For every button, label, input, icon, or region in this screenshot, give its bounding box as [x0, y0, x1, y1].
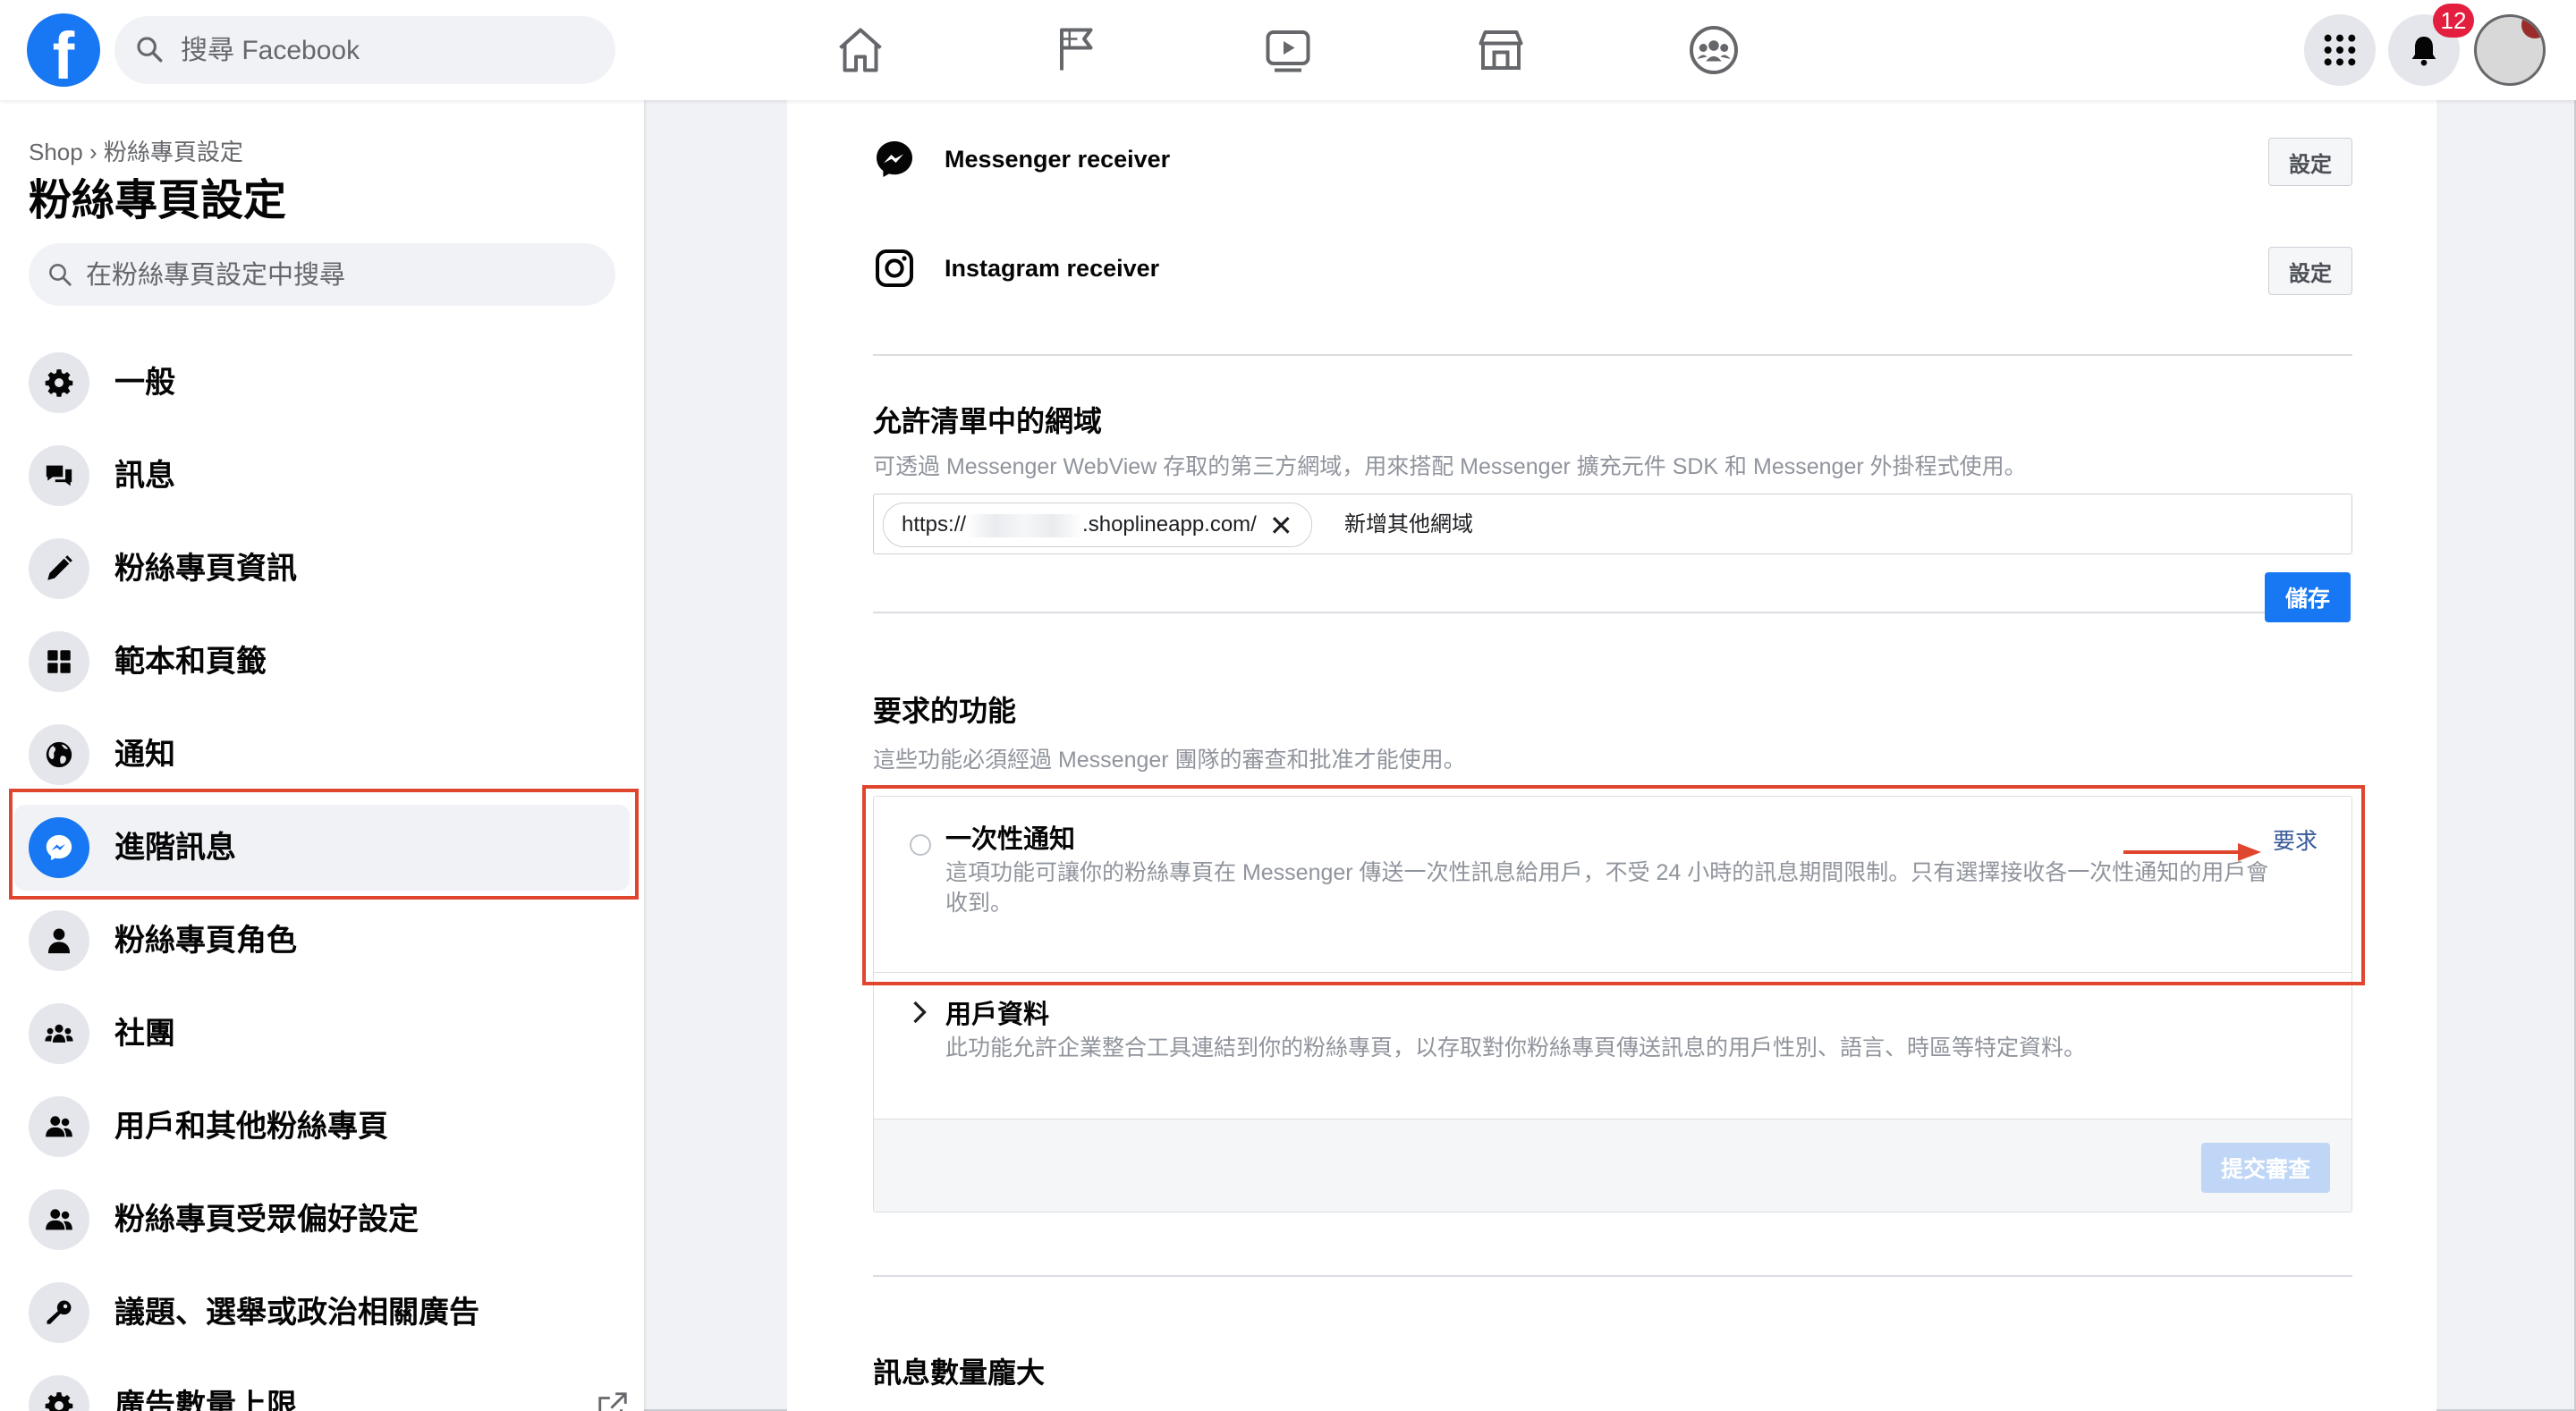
high-volume-section-title: 訊息數量龐大: [873, 1356, 1046, 1389]
watch-icon[interactable]: [1261, 23, 1315, 77]
external-link-icon[interactable]: [596, 1390, 630, 1411]
whitelisted-domains-description: 可透過 Messenger WebView 存取的第三方網域，用來搭配 Mess…: [873, 454, 2027, 479]
sidebar-item-label: 訊息: [114, 459, 175, 493]
global-search-box[interactable]: [114, 16, 615, 86]
global-search-input[interactable]: [179, 16, 603, 86]
feature-user-profile[interactable]: 用戶資料 此功能允許企業整合工具連結到你的粉絲專頁，以存取對你粉絲專頁傳送訊息的…: [874, 972, 2351, 1119]
main-content-panel: Messenger receiver 設定 Instagram receiver…: [787, 100, 2436, 1411]
search-icon: [134, 34, 165, 69]
submit-for-review-button[interactable]: 提交審查: [2201, 1143, 2330, 1193]
redacted-subdomain: [966, 513, 1083, 537]
section-divider: [873, 354, 2352, 356]
sidebar-item-label: 通知: [114, 738, 175, 772]
sidebar-item-label: 廣告數量上限: [114, 1389, 297, 1411]
key-icon: [47, 1300, 72, 1324]
sidebar-item-notifications[interactable]: 通知: [14, 712, 630, 798]
chevron-right-icon[interactable]: [910, 999, 929, 1030]
menu-button[interactable]: [2304, 14, 2376, 86]
section-divider: [873, 1275, 2352, 1277]
sidebar-item-ad-limits[interactable]: 廣告數量上限: [14, 1363, 630, 1411]
remove-domain-icon[interactable]: ✕: [1269, 506, 1293, 545]
sidebar-item-label: 粉絲專頁受眾偏好設定: [114, 1203, 419, 1237]
sidebar-item-political-ads[interactable]: 議題、選舉或政治相關廣告: [14, 1270, 630, 1356]
breadcrumb[interactable]: Shop › 粉絲專頁設定: [29, 134, 243, 167]
instagram-receiver-settings-button[interactable]: 設定: [2268, 247, 2352, 295]
requested-features-title: 要求的功能: [873, 695, 1017, 727]
sidebar-item-people-other-pages[interactable]: 用戶和其他粉絲專頁: [14, 1084, 630, 1170]
chat-icon: [46, 465, 72, 486]
settings-search-box[interactable]: [29, 243, 615, 308]
person-icon: [47, 928, 71, 954]
sidebar-item-messages[interactable]: 訊息: [14, 433, 630, 519]
save-domains-button[interactable]: 儲存: [2265, 572, 2351, 622]
search-icon: [47, 261, 73, 292]
domain-chip: https:// .shoplineapp.com/ ✕: [883, 503, 1312, 547]
sidebar-item-label: 一般: [114, 366, 175, 400]
marketplace-icon[interactable]: [1474, 23, 1528, 77]
domain-chip-prefix: https://: [902, 512, 967, 537]
sidebar-item-audience-preferences[interactable]: 粉絲專頁受眾偏好設定: [14, 1177, 630, 1263]
feature-name: 用戶資料: [945, 1001, 1050, 1029]
facebook-logo-icon[interactable]: f: [27, 13, 100, 87]
settings-search-input[interactable]: [84, 243, 606, 308]
sidebar-item-page-roles[interactable]: 粉絲專頁角色: [14, 898, 630, 984]
page-title: 粉絲專頁設定: [29, 177, 287, 224]
sidebar-item-label: 議題、選舉或政治相關廣告: [114, 1296, 479, 1330]
highlight-box-feature: [862, 785, 2365, 985]
add-domain-input[interactable]: [1343, 494, 2330, 555]
grid-icon: [47, 650, 71, 673]
sidebar-item-templates-tabs[interactable]: 範本和頁籤: [14, 619, 630, 705]
people-icon: [46, 1116, 72, 1137]
receiver-name: Messenger receiver: [945, 146, 1171, 173]
groups-icon[interactable]: [1687, 23, 1741, 77]
sidebar-item-general[interactable]: 一般: [14, 340, 630, 426]
bell-icon: [2411, 37, 2436, 66]
flag-icon[interactable]: [1048, 23, 1102, 77]
instagram-icon: [873, 247, 916, 294]
notification-count-badge: 12: [2433, 4, 2474, 38]
feature-panel-footer: 提交審查: [874, 1119, 2351, 1212]
sidebar-item-label: 粉絲專頁角色: [114, 924, 297, 958]
people-icon: [46, 1209, 72, 1230]
sidebar-item-label: 範本和頁籤: [114, 645, 267, 679]
instagram-receiver-row: Instagram receiver 設定: [873, 232, 2352, 304]
domain-whitelist-field[interactable]: https:// .shoplineapp.com/ ✕: [873, 494, 2352, 555]
sidebar-item-page-info[interactable]: 粉絲專頁資訊: [14, 526, 630, 612]
sidebar-item-label: 粉絲專頁資訊: [114, 552, 297, 586]
sidebar-item-label: 社團: [114, 1017, 175, 1051]
requested-features-description: 這些功能必須經過 Messenger 團隊的審查和批准才能使用。: [873, 748, 1466, 773]
top-navigation-bar: f 12: [0, 0, 2576, 100]
home-icon[interactable]: [834, 23, 887, 77]
sidebar-item-groups[interactable]: 社團: [14, 991, 630, 1077]
gear-icon: [45, 1392, 73, 1411]
messenger-receiver-settings-button[interactable]: 設定: [2268, 138, 2352, 186]
arrow-right-icon: [2123, 843, 2261, 861]
messenger-receiver-row: Messenger receiver 設定: [873, 123, 2352, 195]
grid-menu-icon: [2324, 34, 2356, 66]
gear-icon: [45, 369, 73, 397]
messenger-icon: [873, 138, 916, 185]
receiver-name: Instagram receiver: [945, 255, 1160, 282]
globe-icon: [46, 741, 72, 768]
sidebar-item-label: 用戶和其他粉絲專頁: [114, 1110, 388, 1144]
highlight-box-sidebar: [9, 789, 639, 900]
group-icon: [45, 1024, 73, 1043]
feature-description: 此功能允許企業整合工具連結到你的粉絲專頁，以存取對你粉絲專頁傳送訊息的用戶性別、…: [945, 1035, 2087, 1060]
section-divider: [873, 612, 2265, 613]
domain-chip-suffix: .shoplineapp.com/: [1082, 512, 1257, 537]
account-avatar[interactable]: [2474, 14, 2546, 86]
whitelisted-domains-title: 允許清單中的網域: [873, 405, 1103, 437]
pencil-icon: [47, 555, 72, 580]
settings-sidebar: Shop › 粉絲專頁設定 粉絲專頁設定 一般 訊息 粉絲專頁資訊 範本和頁籤 …: [0, 100, 644, 1411]
